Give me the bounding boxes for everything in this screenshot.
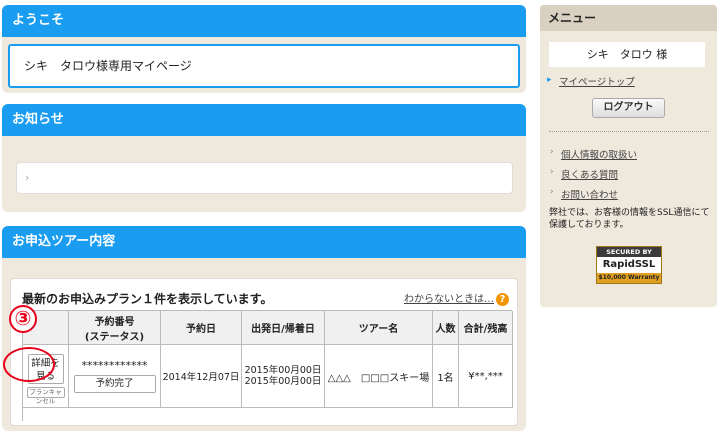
- departure-date: 2015年00月00日: [244, 365, 322, 376]
- column-header-reservation-number: 予約番号 (ステータス): [69, 311, 161, 345]
- triangle-right-icon: ▸: [547, 75, 552, 85]
- cancel-plan-button[interactable]: プランキャンセル: [26, 387, 65, 405]
- column-header-dates: 出発日/帰着日: [242, 311, 325, 345]
- news-header: お知らせ: [2, 104, 526, 136]
- logout-button[interactable]: ログアウト: [592, 98, 665, 118]
- column-header-people: 人数: [433, 311, 459, 345]
- ssl-badge-line3: $10,000 Warranty: [597, 273, 661, 283]
- welcome-panel: ようこそ シキ タロウ様専用マイページ: [2, 5, 526, 93]
- help-link-label[interactable]: わからないときは…: [404, 294, 494, 305]
- ssl-badge[interactable]: SECURED BY RapidSSL $10,000 Warranty: [596, 246, 662, 284]
- table-cell-people: 1名: [433, 345, 459, 408]
- question-icon: ?: [496, 293, 509, 306]
- news-panel: お知らせ ›: [2, 104, 526, 212]
- column-header-reservation-date: 予約日: [161, 311, 242, 345]
- welcome-header: ようこそ: [2, 5, 526, 37]
- welcome-message: シキ タロウ様専用マイページ: [8, 44, 520, 88]
- tour-table-container: 最新のお申込みプラン１件を表示しています。 わからないときは…? 予約番号 (ス…: [10, 278, 518, 426]
- annotation-number: ③: [9, 305, 37, 333]
- status-button[interactable]: 予約完了: [73, 375, 156, 393]
- table-cell-reservation-number: ************ 予約完了: [69, 345, 161, 408]
- tour-panel: お申込ツアー内容 最新のお申込みプラン１件を表示しています。 わからないときは……: [2, 226, 526, 431]
- mypage-top-link[interactable]: マイページトップ: [559, 74, 635, 88]
- privacy-link[interactable]: 個人情報の取扱い: [561, 147, 637, 161]
- table-cell-reservation-date: 2014年12月07日: [161, 345, 242, 408]
- table-cell-dates: 2015年00月00日 2015年00月00日: [242, 345, 325, 408]
- user-name: シキ タロウ 様: [549, 42, 705, 67]
- table-cell-tour-name: △△△ □□□スキー場: [325, 345, 433, 408]
- column-header-total: 合計/残高: [459, 311, 513, 345]
- ssl-badge-line2: RapidSSL: [602, 259, 656, 270]
- chevron-right-icon: ›: [25, 171, 30, 184]
- tour-table: 予約番号 (ステータス) 予約日 出発日/帰着日 ツアー名 人数 合計/残高 詳…: [22, 310, 513, 421]
- chevron-right-icon: ›: [550, 147, 554, 157]
- ssl-badge-line1: SECURED BY: [597, 247, 661, 257]
- contact-link[interactable]: お問い合わせ: [561, 187, 618, 201]
- chevron-right-icon: ›: [550, 187, 554, 197]
- sidebar-menu: メニュー シキ タロウ 様 ▸ マイページトップ ログアウト › 個人情報の取扱…: [540, 5, 717, 307]
- divider: [549, 131, 709, 132]
- table-cell-total: ¥**,***: [459, 345, 513, 408]
- column-header-tour-name: ツアー名: [325, 311, 433, 345]
- reservation-number: ************: [81, 359, 148, 372]
- news-item[interactable]: ›: [16, 162, 513, 194]
- annotation-circle: [3, 347, 55, 382]
- chevron-right-icon: ›: [550, 167, 554, 177]
- ssl-note: 弊社では、お客様の情報をSSL通信にて保護しております。: [549, 208, 710, 230]
- return-date: 2015年00月00日: [244, 376, 322, 387]
- tour-header: お申込ツアー内容: [2, 226, 526, 258]
- help-link[interactable]: わからないときは…?: [404, 290, 509, 306]
- faq-link[interactable]: 良くある質問: [561, 167, 618, 181]
- sidebar-header: メニュー: [540, 5, 717, 31]
- tour-summary-title: 最新のお申込みプラン１件を表示しています。: [22, 292, 273, 306]
